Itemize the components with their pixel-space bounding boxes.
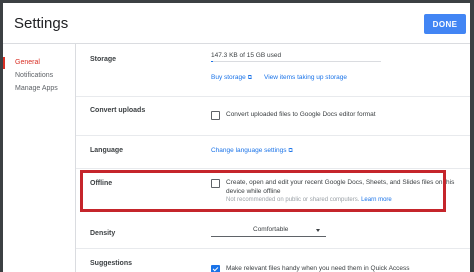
convert-uploads-label: Convert uploads (90, 107, 146, 114)
offline-label: Offline (90, 180, 113, 187)
density-label: Density (90, 230, 116, 237)
offline-note: Not recommended on public or shared comp… (226, 197, 392, 203)
offline-checkbox[interactable] (211, 179, 220, 188)
nav-item-manage-apps[interactable]: Manage Apps (3, 83, 74, 95)
language-label: Language (90, 147, 124, 154)
offline-description-line1: Create, open and edit your recent Google… (226, 179, 455, 186)
suggestions-row: Suggestions Make relevant files handy wh… (76, 249, 470, 272)
settings-nav: General Notifications Manage Apps (3, 44, 76, 272)
convert-uploads-row: Convert uploads Convert uploaded files t… (76, 97, 470, 136)
storage-usage-bar (211, 61, 381, 62)
nav-item-notifications[interactable]: Notifications (3, 70, 74, 82)
external-link-icon: ⧉ (288, 148, 293, 154)
change-language-label: Change language settings (211, 147, 287, 154)
suggestions-checkbox[interactable] (211, 265, 220, 272)
suggestions-text: Make relevant files handy when you need … (226, 265, 410, 272)
buy-storage-label: Buy storage (211, 74, 246, 81)
density-value: Comfortable (253, 226, 289, 233)
learn-more-link[interactable]: Learn more (361, 197, 392, 203)
density-select[interactable]: Comfortable (211, 224, 326, 237)
storage-usage-text: 147.3 KB of 15 GB used (211, 52, 282, 59)
storage-label: Storage (90, 56, 117, 63)
language-row: Language Change language settings ⧉ (76, 136, 470, 169)
change-language-link[interactable]: Change language settings ⧉ (211, 147, 293, 155)
dialog-header: Settings DONE (3, 3, 470, 44)
settings-dialog: Settings DONE General Notifications Mana… (0, 0, 474, 272)
offline-description-line2: device while offline (226, 188, 281, 195)
offline-row: Offline Create, open and edit your recen… (76, 169, 470, 217)
buy-storage-link[interactable]: Buy storage ⧉ (211, 74, 252, 82)
convert-uploads-checkbox[interactable] (211, 111, 220, 120)
storage-usage-fill (211, 61, 213, 62)
nav-item-general[interactable]: General (3, 57, 74, 69)
density-row: Density Comfortable (76, 218, 470, 249)
done-button[interactable]: DONE (424, 14, 466, 34)
view-storage-link[interactable]: View items taking up storage (264, 74, 347, 81)
dialog-title: Settings (14, 15, 69, 32)
external-link-icon: ⧉ (247, 75, 252, 81)
storage-row: Storage 147.3 KB of 15 GB used Buy stora… (76, 44, 470, 97)
convert-uploads-text: Convert uploaded files to Google Docs ed… (226, 111, 376, 118)
chevron-down-icon (316, 229, 320, 232)
offline-note-text: Not recommended on public or shared comp… (226, 197, 360, 203)
suggestions-label: Suggestions (90, 260, 133, 267)
